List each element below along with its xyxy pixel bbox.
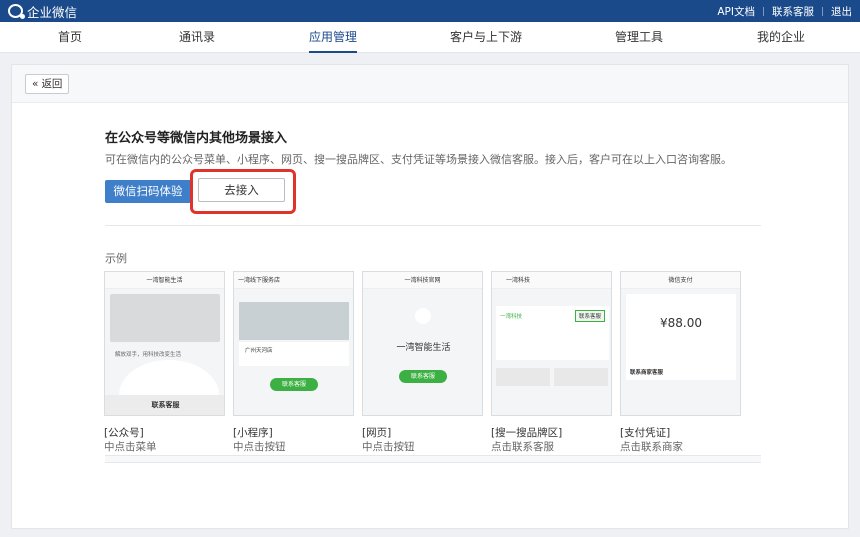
nav-customers[interactable]: 客户与上下游 bbox=[450, 22, 522, 53]
card-header: 一湾线下服务店 bbox=[234, 272, 353, 289]
scan-experience-button[interactable]: 微信扫码体验 bbox=[105, 180, 191, 203]
card-subcaption: 中点击菜单 bbox=[104, 441, 157, 453]
bottom-divider bbox=[105, 455, 761, 463]
card-header: 微信支付 bbox=[621, 272, 740, 289]
wecom-logo-icon bbox=[8, 4, 25, 19]
store-image bbox=[239, 302, 349, 340]
api-docs-link[interactable]: API文档 bbox=[717, 4, 755, 19]
payment-amount: ¥88.00 bbox=[660, 316, 702, 330]
menu-contact-item: 联系客服 bbox=[105, 395, 224, 415]
card-caption: [搜一搜品牌区] bbox=[491, 427, 563, 439]
section-title: 在公众号等微信内其他场景接入 bbox=[105, 131, 288, 146]
card-subcaption: 点击联系商家 bbox=[620, 441, 683, 453]
contact-support-link[interactable]: 联系客服 bbox=[772, 4, 814, 19]
nav-app-management[interactable]: 应用管理 bbox=[308, 22, 358, 53]
example-card-official-account: 一湾智能生活 解放双手，用科技改变生活 联系客服 bbox=[104, 271, 225, 416]
back-bar: « 返回 bbox=[12, 65, 848, 103]
section-description: 可在微信内的公众号菜单、小程序、网页、搜一搜品牌区、支付凭证等场景接入微信客服。… bbox=[105, 153, 732, 166]
top-bar: 企业微信 API文档 联系客服 退出 bbox=[0, 0, 860, 22]
search-contact-button: 联系客服 bbox=[574, 310, 605, 322]
store-info: 广州天河店 bbox=[239, 342, 349, 366]
card-caption: [小程序] bbox=[233, 427, 273, 439]
card-subcaption: 点击联系客服 bbox=[491, 441, 554, 453]
card-header: 一湾智能生活 bbox=[105, 272, 224, 289]
nav-contacts[interactable]: 通讯录 bbox=[179, 22, 215, 53]
nav-tools[interactable]: 管理工具 bbox=[615, 22, 663, 53]
receipt-body: ¥88.00 联系商家客服 bbox=[626, 294, 736, 380]
examples-label: 示例 bbox=[105, 252, 127, 265]
main-nav: 首页 通讯录 应用管理 客户与上下游 管理工具 我的企业 bbox=[0, 22, 860, 53]
logout-link[interactable]: 退出 bbox=[831, 4, 852, 19]
placeholder-block bbox=[554, 368, 608, 386]
separator bbox=[763, 7, 764, 16]
example-cards: 一湾智能生活 解放双手，用科技改变生活 联系客服 一湾线下服务店 广州天河店 联… bbox=[104, 271, 764, 453]
logo[interactable]: 企业微信 bbox=[8, 3, 78, 20]
nav-my-company[interactable]: 我的企业 bbox=[757, 22, 805, 53]
brand-name: 一湾科技 bbox=[500, 314, 523, 320]
example-card-mini-program: 一湾线下服务店 广州天河店 联系客服 bbox=[233, 271, 354, 416]
card-body-text: 解放双手，用科技改变生活 bbox=[115, 352, 182, 358]
double-chevron-left-icon: « bbox=[32, 78, 39, 90]
example-card-webpage: 一湾科技官网 一湾智能生活 联系客服 bbox=[362, 271, 483, 416]
content-panel: « 返回 在公众号等微信内其他场景接入 可在微信内的公众号菜单、小程序、网页、搜… bbox=[11, 64, 849, 529]
placeholder-block bbox=[496, 368, 550, 386]
nav-home[interactable]: 首页 bbox=[58, 22, 82, 53]
back-button[interactable]: « 返回 bbox=[25, 74, 70, 94]
merchant-contact-item: 联系商家客服 bbox=[630, 370, 664, 376]
logo-text: 企业微信 bbox=[27, 4, 78, 20]
mini-program-contact-button: 联系客服 bbox=[270, 378, 318, 391]
separator bbox=[822, 7, 823, 16]
card-caption: [网页] bbox=[362, 427, 392, 439]
card-header: 一湾科技官网 bbox=[363, 272, 482, 289]
back-label: 返回 bbox=[41, 78, 63, 90]
connect-button[interactable]: 去接入 bbox=[198, 178, 285, 202]
card-caption: [公众号] bbox=[104, 427, 144, 439]
card-header: 一湾科技 bbox=[492, 272, 611, 289]
card-subcaption: 中点击按钮 bbox=[362, 441, 415, 453]
divider bbox=[105, 225, 761, 226]
store-name: 广州天河店 bbox=[245, 348, 273, 354]
brand-logo-icon bbox=[415, 308, 431, 324]
top-links: API文档 联系客服 退出 bbox=[717, 4, 852, 19]
example-card-payment-receipt: 微信支付 ¥88.00 联系商家客服 bbox=[620, 271, 741, 416]
webpage-contact-button: 联系客服 bbox=[399, 370, 447, 383]
card-subcaption: 中点击按钮 bbox=[233, 441, 286, 453]
brand-area: 一湾科技 联系客服 bbox=[496, 306, 609, 360]
product-image bbox=[110, 294, 220, 342]
card-caption: [支付凭证] bbox=[620, 427, 671, 439]
example-card-search-brand: 一湾科技 一湾科技 联系客服 bbox=[491, 271, 612, 416]
webpage-brand-title: 一湾智能生活 bbox=[396, 343, 451, 353]
